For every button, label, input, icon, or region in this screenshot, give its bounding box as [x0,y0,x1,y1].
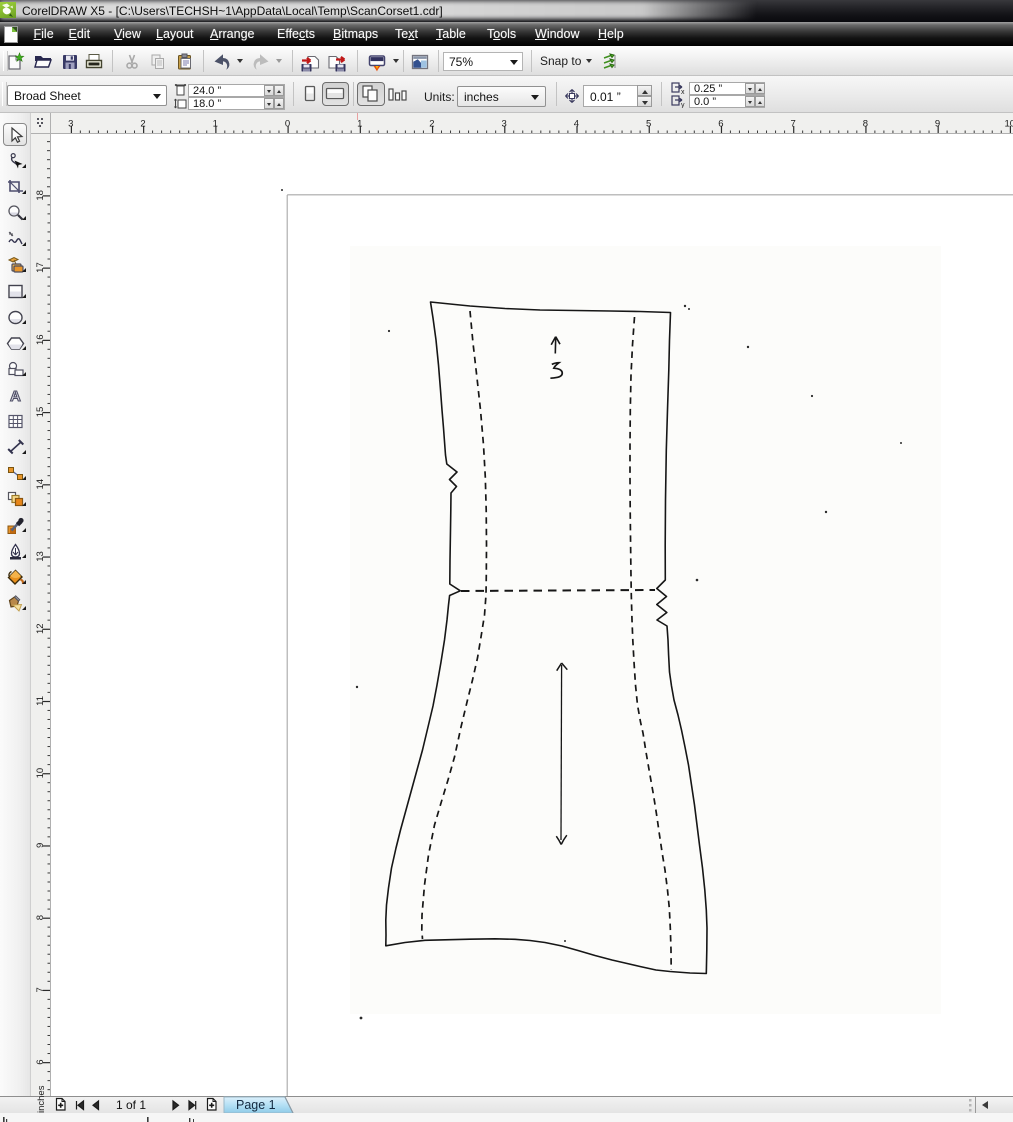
svg-text:17: 17 [35,262,46,273]
svg-text:6: 6 [35,1059,46,1064]
svg-text:y: y [681,102,685,108]
svg-text:12: 12 [35,623,46,634]
svg-text:1: 1 [213,119,218,130]
svg-text:1 of 1: 1 of 1 [116,1098,146,1112]
svg-text:6: 6 [718,119,723,130]
svg-text:8: 8 [863,119,868,130]
svg-text:18: 18 [35,190,46,201]
svg-text:A: A [10,388,21,405]
svg-text:2: 2 [140,119,145,130]
svg-text:3: 3 [68,119,73,130]
svg-text:8: 8 [35,915,46,920]
svg-text:4: 4 [574,119,579,130]
svg-text:1: 1 [357,119,362,130]
svg-text:9: 9 [935,119,940,130]
svg-text:0: 0 [285,119,290,130]
svg-text:10: 10 [35,768,46,779]
svg-text:7: 7 [35,987,46,992]
svg-text:14: 14 [35,479,46,490]
svg-text:13: 13 [35,551,46,562]
svg-text:16: 16 [35,334,46,345]
svg-text:15: 15 [35,407,46,418]
svg-text:5: 5 [646,119,651,130]
svg-text:Page 1: Page 1 [236,1098,276,1112]
svg-text:9: 9 [35,843,46,848]
svg-text:10: 10 [1005,119,1013,130]
svg-text:11: 11 [35,696,46,706]
svg-text:7: 7 [790,119,795,130]
svg-text:2: 2 [429,119,434,130]
svg-text:3: 3 [502,119,507,130]
